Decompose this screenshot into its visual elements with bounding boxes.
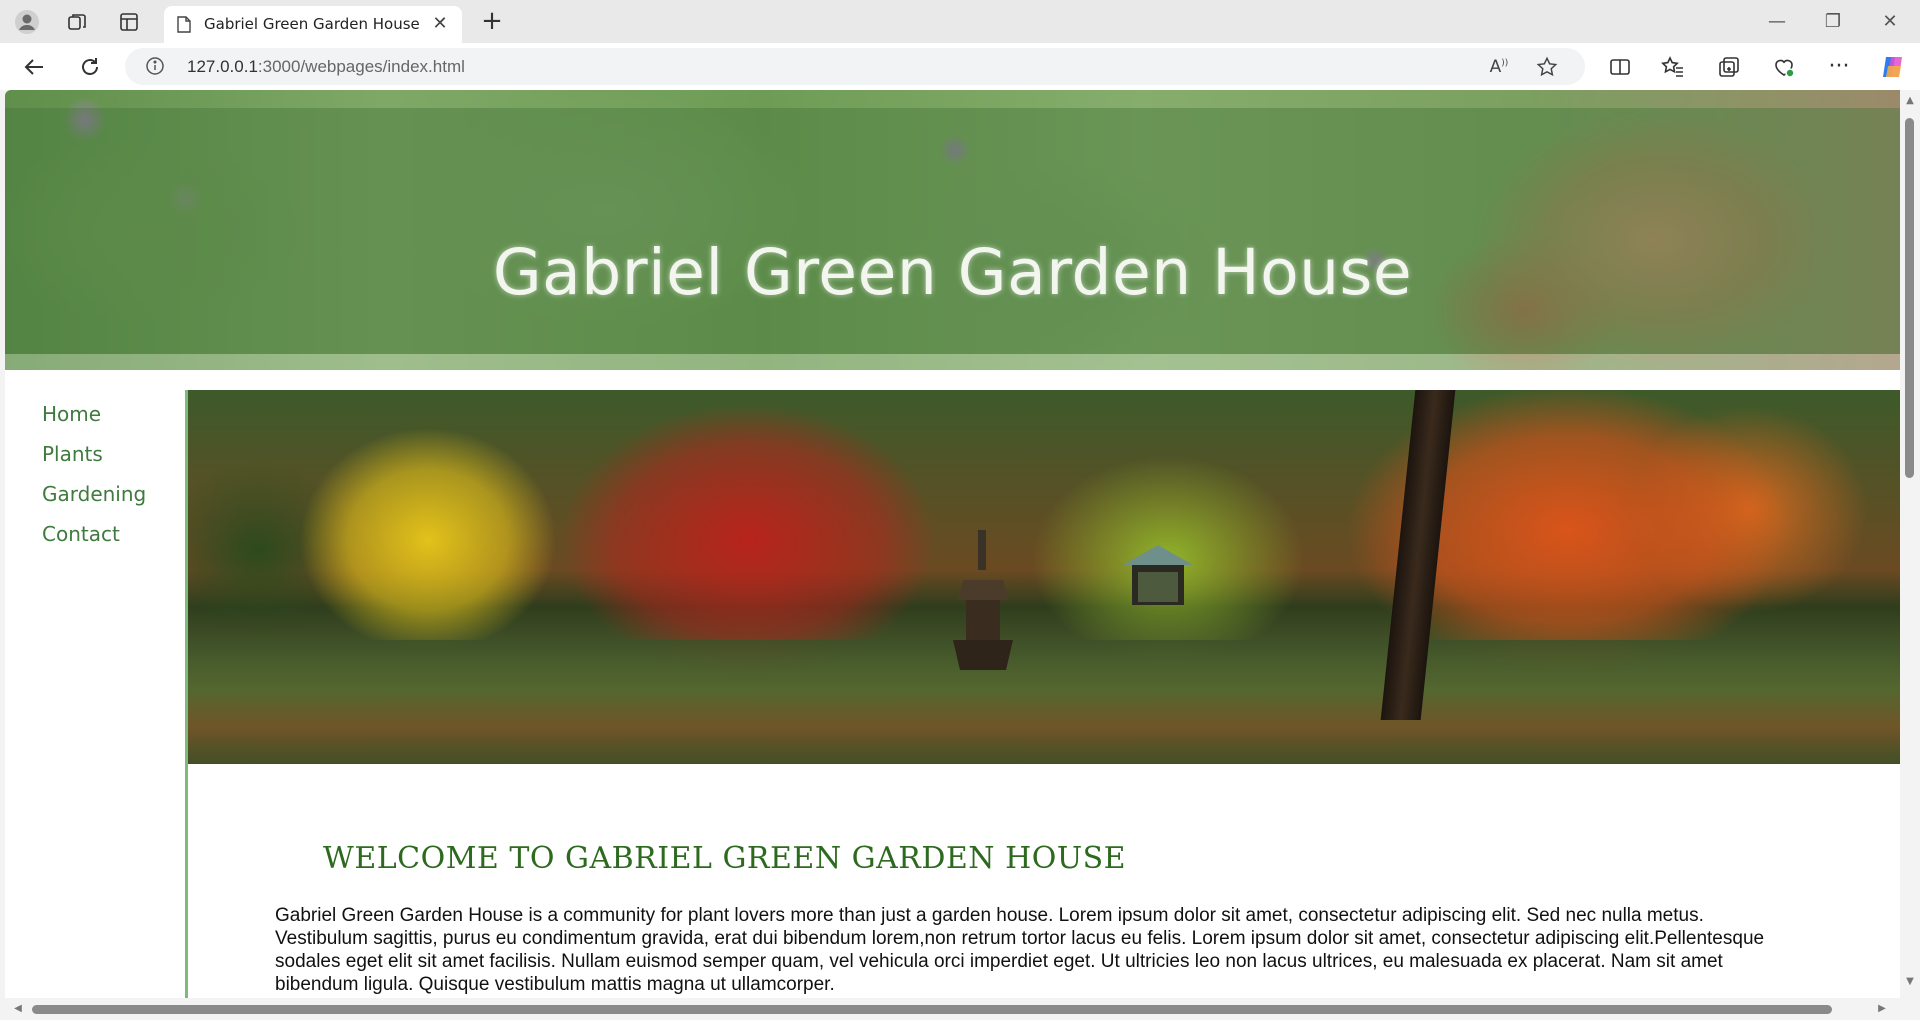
scroll-right-icon[interactable]: ▶ <box>1876 1003 1888 1015</box>
restore-icon[interactable]: ❐ <box>1813 8 1853 36</box>
site-title: Gabriel Green Garden House <box>492 236 1413 310</box>
favorite-star-icon[interactable] <box>1535 55 1559 79</box>
tab-active[interactable]: Gabriel Green Garden House ✕ <box>164 6 462 43</box>
header-banner: Gabriel Green Garden House <box>5 90 1900 370</box>
read-aloud-icon[interactable]: A)) <box>1487 55 1511 79</box>
hero-stone-lantern <box>953 530 1013 670</box>
collections-icon[interactable] <box>1713 51 1745 83</box>
window-close-icon[interactable]: ✕ <box>1870 8 1910 36</box>
page-viewport: Gabriel Green Garden House Home Plants G… <box>5 90 1900 998</box>
vertical-scroll-thumb[interactable] <box>1905 118 1914 478</box>
browser-essentials-icon[interactable] <box>1768 51 1800 83</box>
intro-paragraph: Gabriel Green Garden House is a communit… <box>275 905 1765 995</box>
back-icon[interactable] <box>18 51 50 83</box>
split-screen-icon[interactable] <box>1604 51 1636 83</box>
scroll-down-icon[interactable]: ▼ <box>1904 976 1916 988</box>
vertical-scrollbar[interactable]: ▲ ▼ <box>1900 90 1920 998</box>
info-icon[interactable] <box>145 56 165 76</box>
minimize-icon[interactable]: — <box>1757 8 1797 36</box>
browser-titlebar: Gabriel Green Garden House ✕ + — ❐ ✕ <box>0 0 1920 43</box>
tab-title: Gabriel Green Garden House <box>204 15 420 33</box>
hero-pavilion <box>1123 545 1193 605</box>
url-text[interactable]: 127.0.0.1:3000/webpages/index.html <box>187 57 465 77</box>
page-icon <box>177 16 191 33</box>
plus-icon[interactable]: + <box>478 8 506 36</box>
tab-actions-icon[interactable] <box>116 9 142 35</box>
banner-strip <box>5 354 1900 370</box>
more-icon[interactable]: ··· <box>1823 51 1855 83</box>
close-icon[interactable]: ✕ <box>430 14 450 34</box>
sidebar-nav: Home Plants Gardening Contact <box>5 390 184 998</box>
horizontal-scrollbar[interactable]: ◀ ▶ <box>0 998 1920 1020</box>
nav-link-home[interactable]: Home <box>42 402 101 426</box>
favorites-icon[interactable] <box>1657 51 1689 83</box>
hero-pond <box>188 640 1900 764</box>
horizontal-scroll-thumb[interactable] <box>32 1005 1832 1014</box>
copilot-icon[interactable] <box>1877 51 1909 83</box>
scroll-up-icon[interactable]: ▲ <box>1904 95 1916 107</box>
nav-link-contact[interactable]: Contact <box>42 522 120 546</box>
browser-toolbar: 127.0.0.1:3000/webpages/index.html A)) ·… <box>0 43 1920 90</box>
nav-link-gardening[interactable]: Gardening <box>42 482 146 506</box>
banner-overlay <box>5 108 1900 354</box>
workspaces-icon[interactable] <box>64 9 90 35</box>
profile-icon[interactable] <box>14 9 40 35</box>
scroll-left-icon[interactable]: ◀ <box>12 1003 24 1015</box>
hero-garden-image <box>188 390 1900 764</box>
nav-link-plants[interactable]: Plants <box>42 442 103 466</box>
welcome-heading: WELCOME TO GABRIEL GREEN GARDEN HOUSE <box>323 840 1127 876</box>
address-bar[interactable]: 127.0.0.1:3000/webpages/index.html A)) <box>125 48 1585 85</box>
reload-icon[interactable] <box>74 51 106 83</box>
